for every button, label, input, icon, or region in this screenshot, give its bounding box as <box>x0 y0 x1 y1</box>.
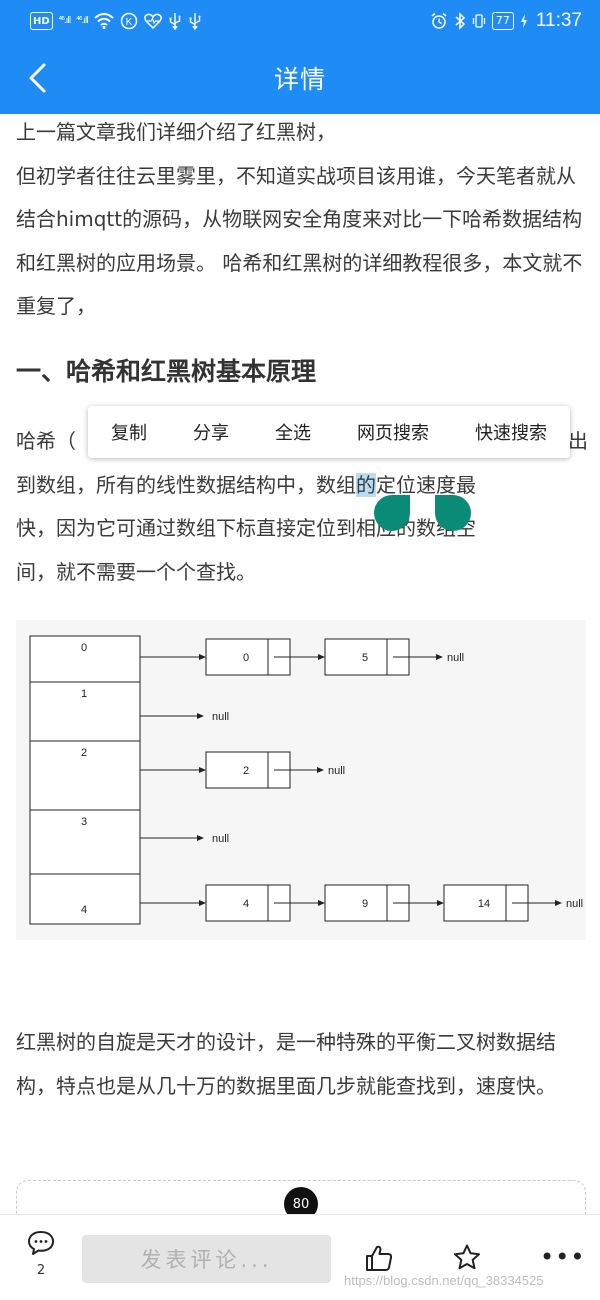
text-selection-menu: 复制 分享 全选 网页搜索 快速搜索 <box>88 406 570 458</box>
node-value-4-0: 4 <box>243 898 249 910</box>
menu-item-share[interactable]: 分享 <box>193 419 229 445</box>
bucket-0-arrow-head <box>199 654 206 660</box>
bucket-3-arrow-head <box>197 835 204 841</box>
hash-line-4: 间，就不需要一个个查找。 <box>16 559 256 584</box>
like-button[interactable] <box>364 1243 394 1277</box>
hash-line-1-end: 出 <box>568 429 588 453</box>
thumbs-up-icon <box>366 1245 393 1271</box>
status-left: HD ⁴⁶.ıll ⁴⁶.ıll K <box>30 12 202 30</box>
null-label-0: null <box>447 652 464 664</box>
usb-icon <box>168 12 182 30</box>
health-icon <box>143 12 162 30</box>
bucket-label-0: 0 <box>81 642 87 654</box>
bottom-action-bar: 2 发表评论... ••• https://blog.csdn.net/qq_3… <box>0 1214 600 1300</box>
alarm-icon <box>430 12 448 30</box>
clock-time: 11:37 <box>535 10 582 31</box>
bucket-2-arrow-head <box>199 767 206 773</box>
article-paragraph-intro: 上一篇文章我们详细介绍了红黑树， 但初学者往往云里雾里，不知道实战项目该用谁，今… <box>16 120 583 318</box>
hd-icon: HD <box>30 12 53 30</box>
chevron-left-icon <box>29 63 46 93</box>
node-arrow-4-1-head <box>437 900 444 906</box>
comments-button[interactable]: 2 <box>24 1229 58 1278</box>
hash-table-svg: 0 0 5 null 1 null 2 2 null 3 null 4 4 9 14 null <box>29 635 583 925</box>
section-heading: 一、哈希和红黑树基本原理 <box>16 357 317 386</box>
selection-handle-right[interactable] <box>435 495 471 531</box>
vibrate-icon <box>472 12 486 30</box>
comment-input[interactable]: 发表评论... <box>82 1235 331 1283</box>
charging-icon <box>520 12 528 30</box>
node-value-4-2: 14 <box>478 898 490 910</box>
bucket-4-arrow-head <box>199 900 206 906</box>
null-arrow-4-head <box>555 900 562 906</box>
app-header: 详情 <box>0 42 600 114</box>
node-value-0-1: 5 <box>362 652 368 664</box>
article-paragraph-rbtree: 红黑树的自旋是天才的设计，是一种特殊的平衡二叉树数据结构，特点也是从几十万的数据… <box>16 1030 556 1098</box>
null-label-1: null <box>212 711 229 723</box>
hash-line-3: 快，因为它可通过数组下标直接定位到相应的数组空 <box>16 516 476 540</box>
battery-icon: 77 <box>491 12 514 30</box>
hash-line-1-start: 哈希（ <box>16 429 76 453</box>
hash-line-2-a: 到数组，所有的线性数据结构中，数组 <box>16 472 356 497</box>
star-icon <box>454 1244 480 1270</box>
article-content: 上一篇文章我们详细介绍了红黑树， 但初学者往往云里雾里，不知道实战项目该用谁，今… <box>0 114 600 1214</box>
menu-item-select-all[interactable]: 全选 <box>275 419 311 445</box>
null-label-4: null <box>566 898 583 910</box>
page-title: 详情 <box>273 65 326 94</box>
bluetooth-icon <box>454 12 466 30</box>
k-app-icon: K <box>120 12 138 30</box>
signal-icon-2: ⁴⁶.ıll <box>76 16 89 26</box>
null-label-2: null <box>328 765 345 777</box>
comment-bubble-icon <box>28 1231 54 1255</box>
wifi-icon <box>94 12 114 30</box>
signal-icon: ⁴⁶.ıll <box>58 16 72 26</box>
node-value-2-0: 2 <box>243 765 249 777</box>
menu-item-web-search[interactable]: 网页搜索 <box>357 419 429 445</box>
status-right: 77 11:37 <box>430 10 582 32</box>
menu-item-quick-search[interactable]: 快速搜索 <box>475 419 547 445</box>
watermark-url: https://blog.csdn.net/qq_38334525 <box>344 1273 544 1288</box>
status-bar: HD ⁴⁶.ıll ⁴⁶.ıll K 77 11:37 <box>0 0 600 42</box>
favorite-button[interactable] <box>452 1243 482 1277</box>
back-button[interactable] <box>24 62 54 94</box>
null-arrow-2-head <box>317 767 324 773</box>
hash-table-diagram: 0 0 5 null 1 null 2 2 null 3 null 4 4 9 14 null <box>16 620 586 940</box>
bucket-label-2: 2 <box>81 747 87 759</box>
null-arrow-0-head <box>436 654 443 660</box>
selected-text[interactable]: 的 <box>356 472 376 497</box>
node-value-4-1: 9 <box>362 898 368 910</box>
bucket-label-1: 1 <box>81 688 87 700</box>
k-app-label: K <box>125 17 132 28</box>
floating-badge[interactable]: 80 <box>284 1187 318 1214</box>
node-value-0-0: 0 <box>243 652 249 664</box>
menu-item-copy[interactable]: 复制 <box>111 419 147 445</box>
usb-icon-2 <box>188 12 202 30</box>
node-arrow-0-0-head <box>318 654 325 660</box>
bucket-1-arrow-head <box>197 713 204 719</box>
bucket-label-3: 3 <box>81 816 87 828</box>
hash-line-2-b: 定位速度最 <box>376 472 476 497</box>
null-label-3: null <box>212 833 229 845</box>
comment-count: 2 <box>36 1263 46 1278</box>
selection-handle-left[interactable] <box>374 495 410 531</box>
more-options-button[interactable]: ••• <box>540 1245 585 1269</box>
node-arrow-4-0-head <box>318 900 325 906</box>
bucket-4 <box>29 873 141 925</box>
bucket-label-4: 4 <box>81 904 87 916</box>
